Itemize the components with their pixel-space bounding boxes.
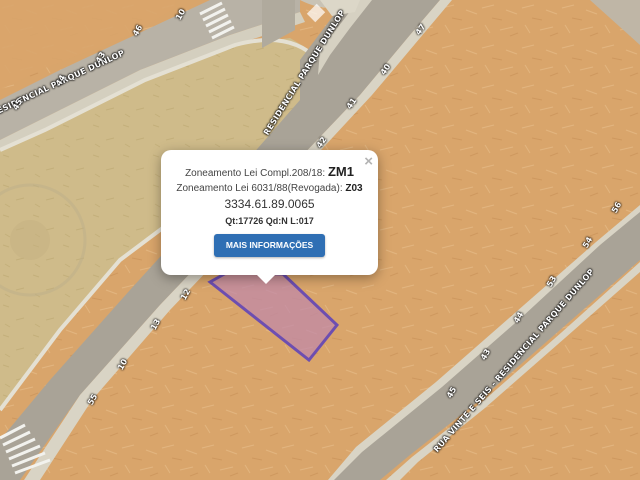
quadra-lote-info: Qt:17726 Qd:N L:017 (225, 216, 314, 226)
zoneamento-compl-label: Zoneamento Lei Compl.208/18: (185, 168, 326, 179)
inscricao-number: 3334.61.89.0065 (224, 197, 315, 211)
lot-info-popup: × Zoneamento Lei Compl.208/18: ZM1 Zonea… (161, 150, 378, 275)
zoneamento-compl-row: Zoneamento Lei Compl.208/18: ZM1 (161, 164, 378, 179)
zoneamento-revogada-value: Z03 (345, 183, 363, 194)
map-canvas[interactable]: RESIDENCIAL PARQUE DUNLOP RESIDENCIAL PA… (0, 0, 640, 480)
zoneamento-compl-value: ZM1 (327, 164, 354, 179)
more-info-button[interactable]: MAIS INFORMAÇÕES (214, 234, 325, 257)
popup-pointer (256, 274, 276, 284)
zoneamento-revogada-label: Zoneamento Lei 6031/88(Revogada): (176, 183, 343, 194)
zoneamento-revogada-row: Zoneamento Lei 6031/88(Revogada): Z03 (161, 183, 378, 194)
